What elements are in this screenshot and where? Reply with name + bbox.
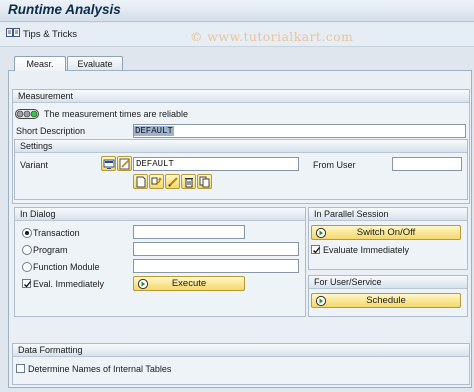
application-toolbar: Tips & Tricks © www.tutorialkart.com (0, 23, 474, 47)
from-user-label: From User (313, 160, 356, 170)
edit-variant-button[interactable] (165, 174, 180, 189)
watermark-text: © www.tutorialkart.com (190, 29, 354, 44)
variant-overview-button[interactable] (197, 174, 212, 189)
checkmark-icon (313, 247, 321, 254)
execute-clock-icon (315, 295, 327, 307)
determine-names-checkbox[interactable] (16, 364, 25, 373)
measurement-status-text: The measurement times are reliable (44, 109, 189, 119)
variant-field[interactable]: DEFAULT (133, 157, 299, 171)
copy-arrow-icon (151, 177, 162, 185)
short-description-value: DEFAULT (134, 126, 174, 136)
execute-clock-icon (137, 278, 149, 290)
schedule-button[interactable]: Schedule (311, 293, 461, 308)
function-module-field[interactable] (133, 259, 299, 273)
program-radio[interactable] (22, 245, 32, 255)
tips-and-tricks-label: Tips & Tricks (23, 28, 78, 40)
tips-and-tricks-button[interactable]: Tips & Tricks (6, 27, 77, 41)
settings-group-title: Settings (15, 140, 467, 153)
checkmark-icon (24, 281, 32, 288)
trash-icon (185, 178, 193, 188)
eval-immediately-label: Eval. Immediately (33, 279, 105, 289)
display-icon (103, 159, 115, 169)
transaction-label: Transaction (33, 228, 80, 238)
schedule-label: Schedule (366, 295, 406, 306)
short-description-label: Short Description (16, 126, 86, 136)
delete-variant-button[interactable] (181, 174, 196, 189)
new-document-icon (136, 176, 146, 188)
transaction-radio[interactable] (22, 228, 32, 238)
tab-measr[interactable]: Measr. (14, 56, 66, 71)
pencil-icon (168, 177, 178, 187)
transaction-field[interactable] (133, 225, 245, 239)
tips-icon (6, 27, 20, 41)
program-label: Program (33, 245, 68, 255)
create-variant-button[interactable] (133, 174, 148, 189)
switch-on-off-button[interactable]: Switch On/Off (311, 225, 461, 240)
function-module-radio[interactable] (22, 262, 32, 272)
from-user-field[interactable] (392, 157, 462, 171)
in-dialog-group-title: In Dialog (15, 208, 305, 221)
documents-icon (199, 176, 210, 188)
tab-evaluate[interactable]: Evaluate (67, 56, 123, 71)
evaluate-immediately-checkbox[interactable] (311, 245, 321, 254)
change-variant-button[interactable] (117, 156, 132, 171)
execute-clock-icon (315, 227, 327, 239)
short-description-field[interactable]: DEFAULT (133, 124, 466, 138)
switch-on-off-label: Switch On/Off (356, 227, 416, 238)
evaluate-immediately-label: Evaluate Immediately (323, 245, 410, 255)
traffic-light-icon (15, 109, 39, 121)
execute-label: Execute (171, 278, 207, 289)
variant-label: Variant (20, 160, 48, 170)
execute-button[interactable]: Execute (133, 276, 245, 291)
eval-immediately-checkbox[interactable] (22, 279, 32, 288)
function-module-label: Function Module (33, 262, 100, 272)
determine-names-label: Determine Names of Internal Tables (28, 364, 172, 374)
measurement-group-title: Measurement (13, 90, 469, 103)
edit-icon (119, 158, 130, 170)
title-bar: Runtime Analysis (0, 0, 474, 22)
copy-variant-button[interactable] (149, 174, 164, 189)
program-field[interactable] (133, 242, 299, 256)
display-variant-button[interactable] (101, 156, 116, 171)
data-formatting-title: Data Formatting (13, 344, 469, 357)
for-user-service-title: For User/Service (309, 276, 467, 289)
in-parallel-session-title: In Parallel Session (309, 208, 467, 221)
app-title: Runtime Analysis (8, 2, 121, 17)
